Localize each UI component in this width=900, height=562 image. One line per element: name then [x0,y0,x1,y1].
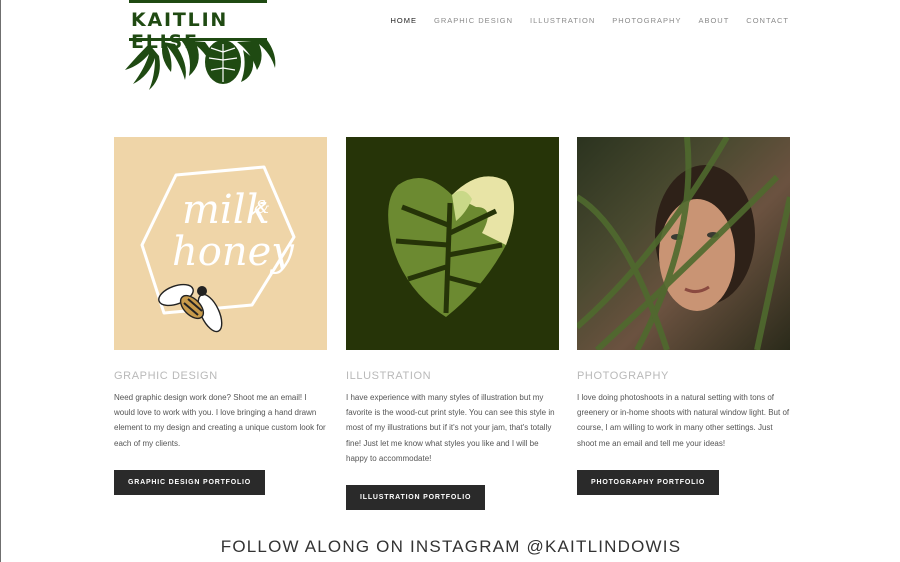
instagram-heading[interactable]: FOLLOW ALONG ON INSTAGRAM @KAITLINDOWIS [1,537,900,557]
photography-card: PHOTOGRAPHY I love doing photoshoots in … [577,137,790,495]
bee-icon [158,283,223,333]
logo-top-bar [129,0,267,3]
photography-portfolio-button[interactable]: PHOTOGRAPHY PORTFOLIO [577,469,720,495]
photography-title: PHOTOGRAPHY [577,370,669,382]
palm-leaves-icon [125,40,276,90]
portrait-photo[interactable] [577,137,790,350]
honey-script: honey [172,229,294,275]
graphic-design-portfolio-button[interactable]: GRAPHIC DESIGN PORTFOLIO [114,469,266,495]
monstera-illustration-image[interactable] [346,137,559,350]
nav-home[interactable]: HOME [391,16,418,25]
graphic-design-card: milk & honey GRAPHIC DESIGN Need graphic… [114,137,327,495]
photography-body: I love doing photoshoots in a natural se… [577,393,790,448]
monstera-leaf-icon [388,176,514,317]
nav-photography[interactable]: PHOTOGRAPHY [612,16,681,25]
portrait-illustration [577,137,790,350]
graphic-design-title: GRAPHIC DESIGN [114,370,218,382]
illustration-card: ILLUSTRATION I have experience with many… [346,137,559,511]
ampersand-script: & [254,197,271,218]
nav-about[interactable]: ABOUT [698,16,729,25]
nav-graphic-design[interactable]: GRAPHIC DESIGN [434,16,513,25]
illustration-portfolio-button[interactable]: ILLUSTRATION PORTFOLIO [346,485,486,511]
illustration-title: ILLUSTRATION [346,370,432,382]
graphic-design-body: Need graphic design work done? Shoot me … [114,393,326,448]
nav-contact[interactable]: CONTACT [746,16,789,25]
milk-honey-image[interactable]: milk & honey [114,137,327,350]
nav-illustration[interactable]: ILLUSTRATION [530,16,595,25]
main-nav: HOME GRAPHIC DESIGN ILLUSTRATION PHOTOGR… [391,16,789,25]
illustration-body: I have experience with many styles of il… [346,393,555,463]
site-logo[interactable]: KAITLIN ELISE [119,0,279,92]
